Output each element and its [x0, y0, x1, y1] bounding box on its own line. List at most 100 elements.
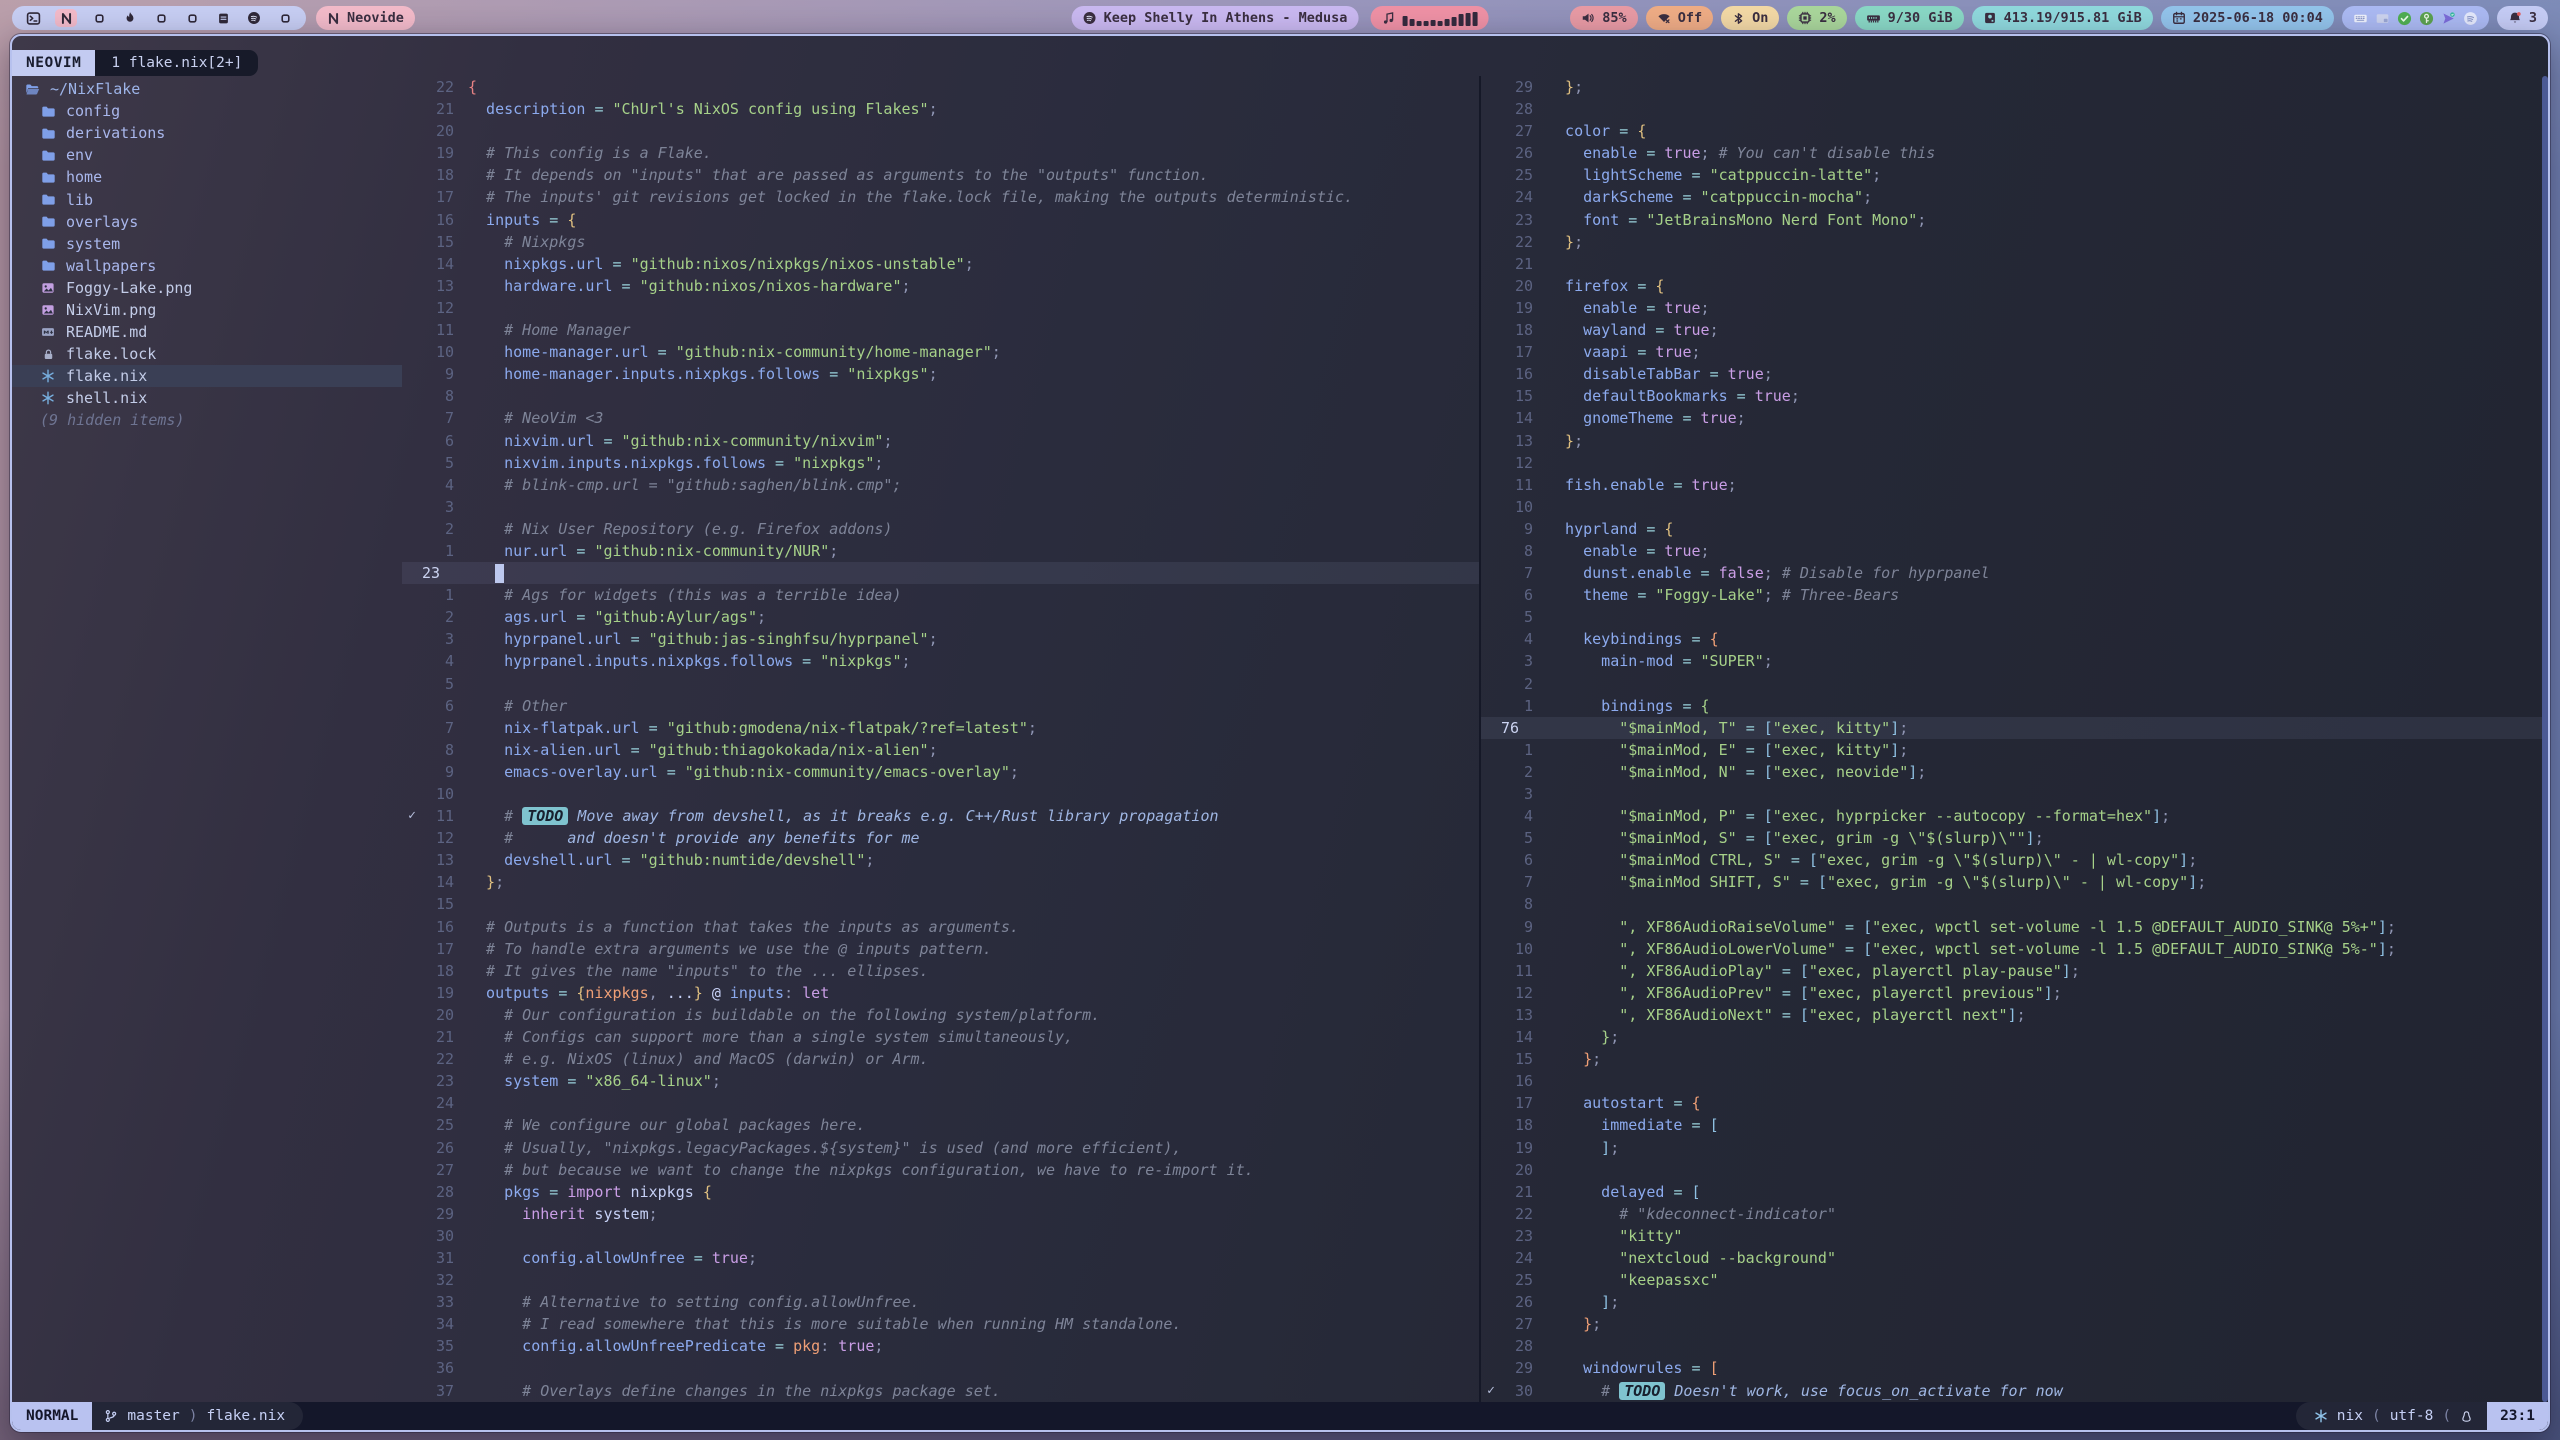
ram-chip[interactable]: 9/30 GiB — [1855, 6, 1964, 30]
git-branch-icon — [104, 1409, 118, 1423]
tree-item-env[interactable]: env — [12, 144, 402, 166]
code-line: 1 "$mainMod, E" = ["exec, kitty"]; — [1481, 739, 2542, 761]
code-line: 9 emacs-overlay.url = "github:nix-commun… — [402, 761, 1479, 783]
line-number: 23 — [1501, 1225, 1533, 1247]
code-line: 15 — [402, 893, 1479, 915]
code-line: 3 — [402, 496, 1479, 518]
line-number: 16 — [422, 916, 454, 938]
line-number: 16 — [1501, 1070, 1533, 1092]
music-chip[interactable]: Keep Shelly In Athens - Medusa — [1072, 6, 1359, 30]
code-line: 36 — [402, 1357, 1479, 1379]
line-number: 3 — [1501, 783, 1533, 805]
ram-value: 9/30 GiB — [1888, 10, 1953, 26]
disk-chip[interactable]: 413.19/915.81 GiB — [1972, 6, 2153, 30]
workspace-1[interactable] — [24, 9, 42, 27]
tree-item-config[interactable]: config — [12, 100, 402, 122]
workspace-8[interactable] — [245, 9, 263, 27]
nix-filetype-icon — [2314, 1409, 2328, 1423]
code-line: 13 hardware.url = "github:nixos/nixos-ha… — [402, 275, 1479, 297]
line-number: 13 — [1501, 1004, 1533, 1026]
line-number: 22 — [422, 76, 454, 98]
line-number: 37 — [422, 1380, 454, 1402]
line-number: 36 — [422, 1357, 454, 1379]
workspace-6[interactable] — [183, 9, 201, 27]
workspace-7[interactable] — [214, 9, 232, 27]
code-line: 12 — [402, 297, 1479, 319]
line-number: 14 — [422, 871, 454, 893]
gutter-check-sign: ✓ — [1481, 1380, 1501, 1402]
music-label: Keep Shelly In Athens - Medusa — [1104, 10, 1348, 26]
workspace-2-active[interactable] — [55, 9, 77, 27]
clock-chip[interactable]: 2025-06-18 00:04 — [2161, 6, 2334, 30]
code-line: 23 "kitty" — [1481, 1225, 2542, 1247]
code-line: 26 enable = true; # You can't disable th… — [1481, 142, 2542, 164]
line-number: 10 — [422, 341, 454, 363]
workspace-9[interactable] — [276, 9, 294, 27]
line-number: 24 — [1501, 186, 1533, 208]
tree-item-system[interactable]: system — [12, 233, 402, 255]
line-number: 30 — [1501, 1380, 1533, 1402]
neovide-window: NEOVIM 1 flake.nix[2+] ~/NixFlakeconfigd… — [10, 34, 2550, 1432]
tree-hidden-items: (9 hidden items) — [12, 409, 402, 431]
line-number: 19 — [422, 982, 454, 1004]
line-number: 9 — [1501, 518, 1533, 540]
line-number: 21 — [1501, 1181, 1533, 1203]
code-line: 1 nur.url = "github:nix-community/NUR"; — [402, 540, 1479, 562]
line-number: 20 — [422, 120, 454, 142]
code-line: 21 # Configs can support more than a sin… — [402, 1026, 1479, 1048]
window-title-chip[interactable]: Neovide — [316, 6, 415, 30]
line-number: 26 — [1501, 142, 1533, 164]
workspace-5[interactable] — [152, 9, 170, 27]
workspace-4[interactable] — [121, 9, 139, 27]
tree-item-wallpapers[interactable]: wallpapers — [12, 255, 402, 277]
line-number: 19 — [1501, 297, 1533, 319]
network-chip[interactable]: Off — [1646, 6, 1713, 30]
tree-item-home[interactable]: home — [12, 166, 402, 188]
block-cursor — [495, 564, 504, 583]
workspace-empty-icon — [187, 13, 198, 24]
folder-icon — [40, 148, 56, 163]
code-line: 11 fish.enable = true; — [1481, 474, 2542, 496]
notifications-chip[interactable]: 3 — [2497, 6, 2548, 30]
line-number: 11 — [1501, 960, 1533, 982]
tree-item-flake-nix[interactable]: flake.nix — [12, 365, 402, 387]
tree-item-lib[interactable]: lib — [12, 188, 402, 210]
tree-item-shell-nix[interactable]: shell.nix — [12, 387, 402, 409]
system-tray[interactable] — [2342, 6, 2489, 30]
statusline: NORMAL master ) flake.nix nix ( utf-8 ( … — [12, 1402, 2548, 1430]
code-line: 11 ", XF86AudioPlay" = ["exec, playerctl… — [1481, 960, 2542, 982]
tree-item-readme-md[interactable]: README.md — [12, 321, 402, 343]
tree-item-nixvim-png[interactable]: NixVim.png — [12, 299, 402, 321]
line-number: 19 — [1501, 1137, 1533, 1159]
bluetooth-chip[interactable]: On — [1721, 6, 1779, 30]
tree-item-foggy-lake-png[interactable]: Foggy-Lake.png — [12, 277, 402, 299]
code-line: 9 home-manager.inputs.nixpkgs.follows = … — [402, 363, 1479, 385]
workspace-3[interactable] — [90, 9, 108, 27]
code-line: 34 # I read somewhere that this is more … — [402, 1313, 1479, 1335]
cava-bar — [1458, 14, 1463, 26]
scrollbar[interactable] — [2542, 76, 2548, 1402]
code-line: 4 hyprpanel.inputs.nixpkgs.follows = "ni… — [402, 650, 1479, 672]
tree-item-label: derivations — [66, 124, 165, 142]
line-number: 4 — [422, 650, 454, 672]
tree-item-flake-lock[interactable]: flake.lock — [12, 343, 402, 365]
ram-icon — [1866, 11, 1881, 26]
volume-chip[interactable]: 85% — [1570, 6, 1637, 30]
line-number: 11 — [422, 319, 454, 341]
line-number: 14 — [1501, 1026, 1533, 1048]
tree-item-derivations[interactable]: derivations — [12, 122, 402, 144]
code-line: 3 — [1481, 783, 2542, 805]
folder-icon — [40, 214, 56, 229]
tree-item-label: wallpapers — [66, 257, 156, 275]
tree-item-overlays[interactable]: overlays — [12, 211, 402, 233]
editor-left-pane[interactable]: 22{21 description = "ChUrl's NixOS confi… — [402, 76, 1479, 1402]
lock-icon — [40, 348, 56, 361]
line-number: 6 — [1501, 584, 1533, 606]
line-number: 2 — [1501, 761, 1533, 783]
file-tree[interactable]: ~/NixFlakeconfig derivations envhomelibove… — [12, 76, 402, 1402]
tab-flake-nix[interactable]: 1 flake.nix[2+] — [95, 50, 258, 76]
cpu-chip[interactable]: 2% — [1787, 6, 1846, 30]
editor-right-pane[interactable]: 29 };2827 color = {26 enable = true; # Y… — [1481, 76, 2542, 1402]
tree-item--nixflake[interactable]: ~/NixFlake — [12, 78, 402, 100]
tree-item-label: README.md — [66, 323, 147, 341]
